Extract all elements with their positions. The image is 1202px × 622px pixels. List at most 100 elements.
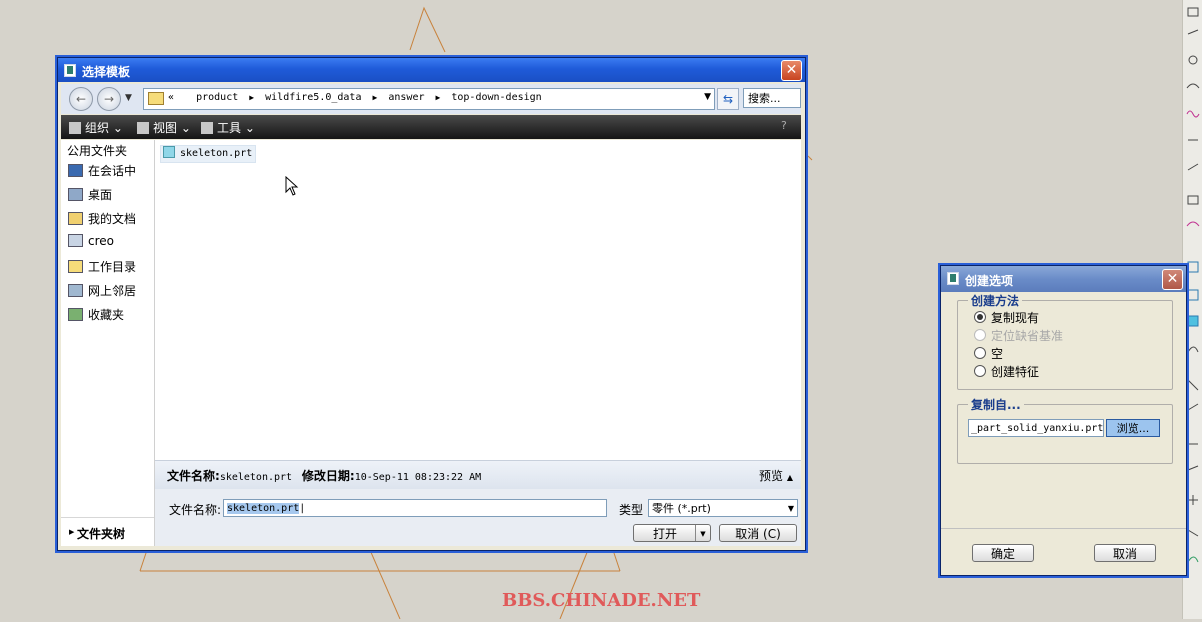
organize-icon: [69, 122, 81, 134]
options-titlebar[interactable]: 创建选项 ✕: [941, 266, 1186, 292]
refresh-button[interactable]: ⇆: [717, 88, 739, 110]
computer-icon: [68, 234, 83, 247]
favorites-icon: [68, 308, 83, 321]
view-label: 视图: [153, 121, 178, 135]
copy-from-input[interactable]: _part_solid_yanxiu.prt: [968, 419, 1104, 437]
organize-menu[interactable]: 组织 ⌄: [69, 119, 123, 136]
tools-menu[interactable]: 工具 ⌄: [201, 119, 255, 136]
app-icon: [64, 64, 76, 77]
ok-button[interactable]: 确定: [972, 544, 1034, 562]
sidebar: 公用文件夹 在会话中 桌面 我的文档 creo 工作目录 网上邻居 收藏夹 ▶ …: [61, 140, 155, 546]
triangle-up-icon: ▲: [786, 473, 793, 482]
chevron-down-icon: ▼: [787, 504, 794, 513]
detail-name-value: skeleton.prt: [219, 472, 293, 483]
address-dropdown-icon[interactable]: ▼: [704, 92, 711, 102]
forward-arrow-icon: →: [103, 92, 115, 106]
breadcrumb-prefix: «: [168, 92, 175, 103]
folder-tree-toggle[interactable]: ▶ 文件夹树: [61, 517, 154, 546]
radio-icon: [974, 329, 986, 341]
desktop-icon: [68, 188, 83, 201]
file-name: skeleton.prt: [180, 148, 253, 159]
search-input[interactable]: 搜索...: [743, 88, 801, 108]
dialog-title: 选择模板: [82, 65, 131, 79]
command-toolbar: 组织 ⌄ 视图 ⌄ 工具 ⌄ ?: [61, 115, 801, 139]
sidebar-item-creo[interactable]: creo: [68, 234, 114, 252]
chevron-right-icon[interactable]: ▶: [373, 93, 378, 102]
radio-locate-default-datums: 定位缺省基准: [974, 327, 1063, 344]
radio-create-features[interactable]: 创建特征: [974, 363, 1039, 380]
breadcrumb-top-down-design[interactable]: top-down-design: [451, 92, 541, 103]
cancel-button[interactable]: 取消 (C): [719, 524, 797, 542]
view-grid-icon: [137, 122, 149, 134]
chevron-right-icon[interactable]: ▶: [436, 93, 441, 102]
address-bar[interactable]: « product ▶ wildfire5.0_data ▶ answer ▶ …: [143, 88, 715, 110]
sidebar-item-desktop[interactable]: 桌面: [68, 186, 112, 204]
sidebar-item-network[interactable]: 网上邻居: [68, 282, 136, 300]
back-arrow-icon: ←: [75, 92, 87, 106]
folder-icon: [148, 92, 164, 105]
breadcrumb-answer[interactable]: answer: [388, 92, 424, 103]
detail-date-label: 修改日期:: [301, 469, 355, 483]
radio-label: 复制现有: [991, 311, 1040, 325]
filename-value: skeleton.prt: [227, 503, 300, 514]
cancel-button[interactable]: 取消: [1094, 544, 1156, 562]
forward-button[interactable]: →: [97, 87, 121, 111]
type-select[interactable]: 零件 (*.prt) ▼: [648, 499, 798, 517]
part-file-icon: [163, 146, 175, 158]
creation-method-group: 创建方法 复制现有 定位缺省基准 空 创建特征: [957, 292, 1173, 390]
breadcrumb-wildfire[interactable]: wildfire5.0_data: [265, 92, 361, 103]
preview-toggle[interactable]: 预览 ▲: [759, 467, 793, 484]
sidebar-item-label: 在会话中: [88, 164, 137, 178]
chevron-down-icon: ⌄: [180, 121, 191, 135]
sidebar-item-my-documents[interactable]: 我的文档: [68, 210, 136, 228]
sidebar-item-label: 网上邻居: [88, 284, 137, 298]
options-title: 创建选项: [965, 274, 1014, 288]
open-label: 打开: [652, 527, 677, 541]
breadcrumb: « product ▶ wildfire5.0_data ▶ answer ▶ …: [168, 92, 542, 103]
close-button[interactable]: ✕: [1162, 269, 1183, 290]
sidebar-item-working-directory[interactable]: 工作目录: [68, 258, 136, 276]
monitor-icon: [68, 164, 83, 177]
bottom-panel: 文件名称: skeleton.prt| 类型 零件 (*.prt) ▼ 打开 ▼…: [155, 489, 801, 546]
file-list[interactable]: skeleton.prt: [155, 140, 801, 460]
filename-input[interactable]: skeleton.prt|: [223, 499, 607, 517]
preview-label: 预览: [759, 469, 784, 483]
chevron-right-icon[interactable]: ▶: [249, 93, 254, 102]
sidebar-item-favorites[interactable]: 收藏夹: [68, 306, 124, 324]
radio-label: 空: [991, 347, 1004, 361]
radio-label: 创建特征: [991, 365, 1040, 379]
select-template-dialog: 选择模板 ✕ ← → ▼ « product ▶ wildfire5.0_dat…: [57, 57, 806, 551]
radio-icon: [974, 347, 986, 359]
sidebar-item-label: 收藏夹: [88, 308, 125, 322]
organize-label: 组织: [85, 121, 110, 135]
close-button[interactable]: ✕: [781, 60, 802, 81]
documents-folder-icon: [68, 212, 83, 225]
radio-label: 定位缺省基准: [991, 329, 1064, 343]
sidebar-header: 公用文件夹: [67, 144, 128, 158]
copy-from-label: 复制自...: [968, 396, 1024, 413]
sidebar-item-label: creo: [88, 234, 114, 248]
sidebar-item-label: 工作目录: [88, 260, 137, 274]
tools-label: 工具: [217, 121, 242, 135]
radio-copy-existing[interactable]: 复制现有: [974, 309, 1039, 326]
copy-from-group: 复制自... _part_solid_yanxiu.prt 浏览...: [957, 396, 1173, 464]
browse-button[interactable]: 浏览...: [1106, 419, 1160, 437]
open-dropdown-icon[interactable]: ▼: [695, 525, 710, 541]
creation-method-label: 创建方法: [968, 292, 1023, 309]
radio-empty[interactable]: 空: [974, 345, 1003, 362]
history-dropdown-icon[interactable]: ▼: [125, 93, 132, 103]
detail-date-value: 10-Sep-11 08:23:22 AM: [354, 472, 482, 483]
dialog-titlebar[interactable]: 选择模板 ✕: [58, 58, 805, 82]
open-button[interactable]: 打开 ▼: [633, 524, 711, 542]
create-options-dialog: 创建选项 ✕ 创建方法 复制现有 定位缺省基准 空 创建特征 复制自... _p…: [940, 265, 1187, 576]
radio-icon: [974, 311, 986, 323]
breadcrumb-product[interactable]: product: [196, 92, 238, 103]
watermark-text: BBS.CHINADE.NET: [502, 590, 701, 611]
file-item[interactable]: skeleton.prt: [160, 145, 257, 163]
view-menu[interactable]: 视图 ⌄: [137, 119, 191, 136]
details-pane: 文件名称:skeleton.prt 修改日期:10-Sep-11 08:23:2…: [155, 460, 801, 489]
help-icon[interactable]: ?: [781, 119, 795, 133]
back-button[interactable]: ←: [69, 87, 93, 111]
mouse-cursor-icon: [285, 176, 299, 196]
sidebar-item-in-session[interactable]: 在会话中: [68, 162, 136, 180]
